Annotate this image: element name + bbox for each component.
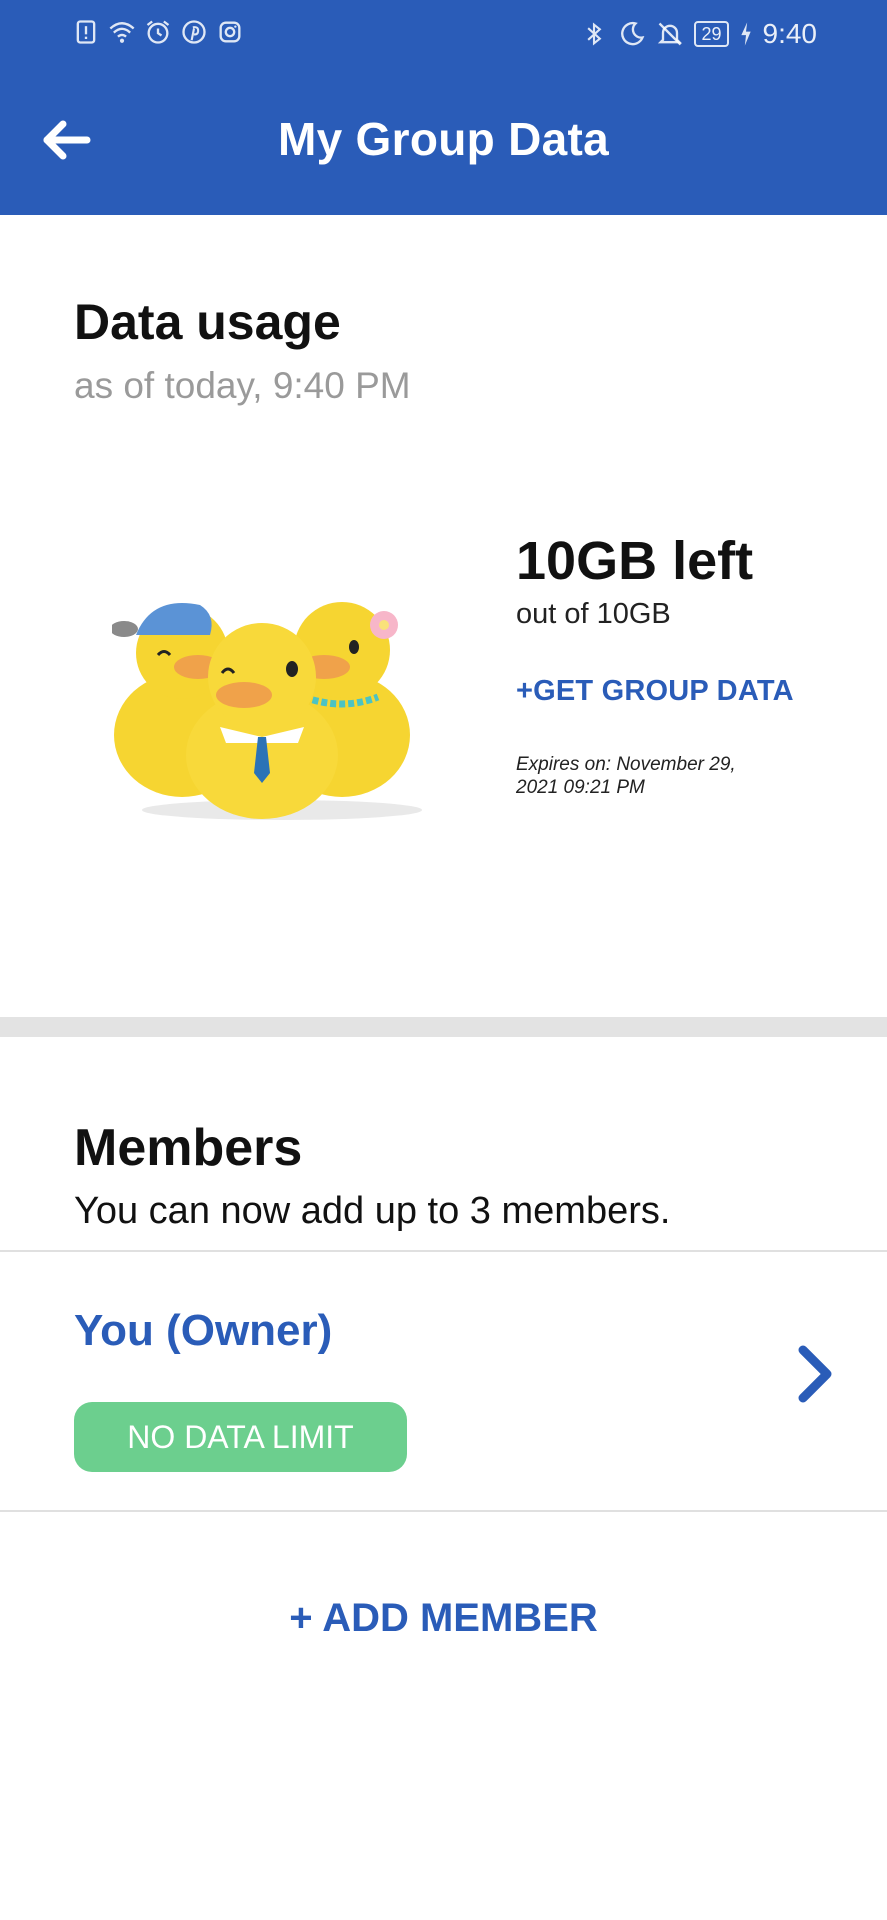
instagram-icon xyxy=(216,18,244,46)
battery-level: 29 xyxy=(701,24,722,44)
alarm-icon xyxy=(144,18,172,46)
get-group-data-link[interactable]: +GET GROUP DATA xyxy=(516,675,794,708)
data-usage-section: Data usage as of today, 9:40 PM 10GB lef… xyxy=(0,215,887,1017)
data-remaining: 10GB left xyxy=(516,531,754,591)
members-title: Members xyxy=(74,1119,303,1177)
moon-icon xyxy=(618,20,646,48)
status-left-icons xyxy=(72,18,244,46)
sim-alert-icon xyxy=(72,18,100,46)
status-time: 9:40 xyxy=(762,18,818,49)
add-member-button[interactable]: + ADD MEMBER xyxy=(0,1596,887,1641)
battery-icon: 29 xyxy=(694,21,729,47)
page-title: My Group Data xyxy=(277,113,610,165)
member-row-owner[interactable]: You (Owner) NO DATA LIMIT xyxy=(0,1252,887,1510)
divider xyxy=(0,1510,887,1512)
charging-icon xyxy=(739,20,753,48)
bell-off-icon xyxy=(656,20,684,48)
status-right-icons: 29 9:40 xyxy=(580,18,817,50)
wifi-icon xyxy=(108,18,136,46)
bluetooth-icon xyxy=(580,20,608,48)
data-limit-badge: NO DATA LIMIT xyxy=(74,1402,407,1472)
expiry-date: Expires on: November 29, 2021 09:21 PM xyxy=(516,754,736,798)
status-bar: 29 9:40 xyxy=(0,0,887,70)
members-subtitle: You can now add up to 3 members. xyxy=(74,1190,671,1232)
section-divider xyxy=(0,1017,887,1037)
ducks-illustration xyxy=(112,602,422,820)
data-usage-title: Data usage xyxy=(74,294,341,350)
data-usage-timestamp: as of today, 9:40 PM xyxy=(74,365,411,406)
chevron-right-icon xyxy=(798,1345,832,1403)
app-bar: 29 9:40 My Group Data xyxy=(0,0,887,215)
member-name: You (Owner) xyxy=(74,1306,333,1355)
pinterest-icon xyxy=(180,18,208,46)
data-total: out of 10GB xyxy=(516,598,671,630)
